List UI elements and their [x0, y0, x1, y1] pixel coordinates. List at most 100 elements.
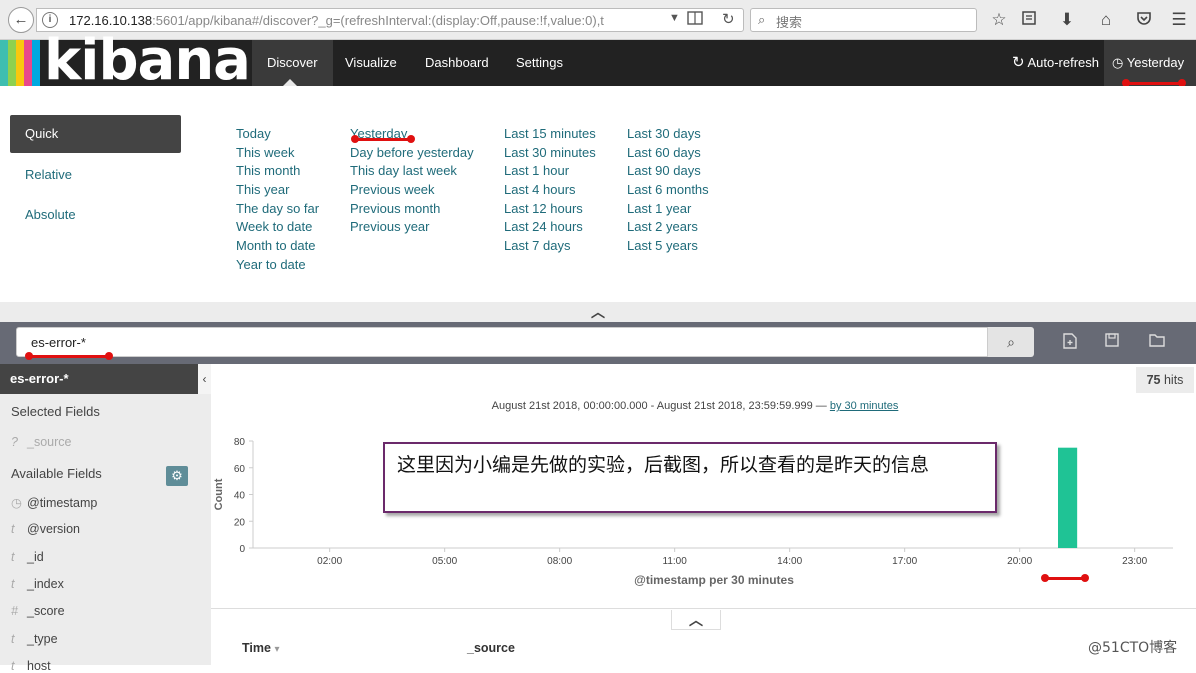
quick-range-link[interactable]: Last 2 years [627, 218, 709, 237]
search-button[interactable]: ⌕ [988, 327, 1034, 357]
search-input[interactable]: es-error-* [16, 327, 988, 357]
open-folder-icon[interactable] [1149, 333, 1165, 351]
field-type-icon: ◷ [11, 496, 22, 510]
quick-range-link[interactable]: This week [236, 144, 319, 163]
search-placeholder: 搜索 [776, 15, 803, 30]
watermark: @51CTO博客 [1088, 640, 1178, 656]
gear-icon[interactable]: ⚙ [166, 466, 188, 486]
field-item[interactable]: ◷ @timestamp [11, 495, 97, 510]
y-tick-label: 60 [234, 464, 246, 475]
field-item[interactable]: t @version [11, 522, 80, 536]
field-item[interactable]: ? _source [11, 435, 71, 449]
tab-absolute[interactable]: Absolute [25, 207, 76, 222]
home-icon[interactable]: ⌂ [1095, 10, 1117, 30]
field-item[interactable]: t host [11, 659, 51, 673]
save-icon[interactable] [1105, 333, 1119, 351]
chevron-up-icon: ︿ [689, 612, 703, 628]
x-axis-label: @timestamp per 30 minutes [634, 573, 794, 587]
kibana-logo[interactable]: kibana [44, 31, 251, 91]
index-pattern-selector[interactable]: es-error-* [0, 364, 198, 394]
download-icon[interactable]: ⬇ [1056, 10, 1078, 30]
quick-range-link[interactable]: Last 15 minutes [504, 125, 596, 144]
new-search-icon[interactable] [1063, 333, 1077, 353]
search-input-value: es-error-* [31, 335, 86, 350]
tab-quick[interactable]: Quick [10, 115, 181, 153]
browser-search-input[interactable]: ⌕ 搜索 [750, 8, 977, 32]
field-name: @version [27, 522, 80, 537]
annotation-mark [25, 352, 113, 360]
field-name: _type [27, 631, 58, 646]
nav-settings[interactable]: Settings [501, 40, 578, 86]
quick-range-link[interactable]: Last 1 year [627, 200, 709, 219]
quick-range-link[interactable]: Last 4 hours [504, 181, 596, 200]
toggle-chart-button[interactable]: ︿ [671, 610, 721, 630]
column-header-time[interactable]: Time ▾ [242, 641, 279, 655]
quick-range-link[interactable]: This month [236, 162, 319, 181]
field-sidebar: es-error-* ‹ Selected Fields ? _source Av… [0, 364, 211, 673]
quick-range-link[interactable]: Last 1 hour [504, 162, 596, 181]
quick-range-link[interactable]: Last 90 days [627, 162, 709, 181]
quick-range-link[interactable]: Last 24 hours [504, 218, 596, 237]
interval-link[interactable]: by 30 minutes [830, 400, 898, 412]
library-icon[interactable] [1018, 10, 1040, 31]
field-type-icon: t [11, 522, 15, 537]
url-text[interactable]: 172.16.10.138:5601/app/kibana#/discover?… [69, 13, 669, 28]
pocket-icon[interactable] [1133, 10, 1155, 31]
quick-range-link[interactable]: Today [236, 125, 319, 144]
quick-range-link[interactable]: This year [236, 181, 319, 200]
column-header-source: _source [467, 641, 515, 655]
nav-dashboard[interactable]: Dashboard [410, 40, 504, 86]
quick-range-link[interactable]: Previous month [350, 200, 474, 219]
y-tick-label: 20 [234, 517, 246, 528]
star-icon[interactable]: ☆ [988, 10, 1010, 30]
quick-range-link[interactable]: Last 7 days [504, 237, 596, 256]
kibana-navbar: kibana Discover Visualize Dashboard Sett… [0, 31, 1196, 91]
quick-range-link[interactable]: Last 6 months [627, 181, 709, 200]
field-item[interactable]: # _score [11, 604, 65, 618]
quick-range-link[interactable]: Previous year [350, 218, 474, 237]
annotation-callout: 这里因为小编是先做的实验，后截图，所以查看的是昨天的信息 [383, 442, 997, 513]
refresh-icon: ↻ [1012, 54, 1025, 71]
quick-range-link[interactable]: The day so far [236, 200, 319, 219]
nav-visualize[interactable]: Visualize [330, 40, 412, 86]
quick-range-link[interactable]: Month to date [236, 237, 319, 256]
quick-range-link[interactable]: Last 30 days [627, 125, 709, 144]
back-icon[interactable]: ← [8, 7, 34, 33]
quick-range-link[interactable]: Last 12 hours [504, 200, 596, 219]
reader-icon[interactable] [687, 11, 705, 29]
quick-range-link[interactable]: Last 60 days [627, 144, 709, 163]
quick-range-link[interactable]: This day last week [350, 162, 474, 181]
time-range-text: August 21st 2018, 00:00:00.000 - August … [350, 400, 1040, 412]
collapse-picker-button[interactable]: ︿ [0, 302, 1196, 322]
tab-relative[interactable]: Relative [25, 167, 72, 182]
reload-icon[interactable]: ↻ [722, 10, 735, 28]
quick-range-link[interactable]: Year to date [236, 256, 319, 275]
menu-icon[interactable]: ☰ [1168, 10, 1190, 30]
quick-column: Last 30 days Last 60 days Last 90 days Last… [627, 125, 709, 256]
quick-range-link[interactable]: Week to date [236, 218, 319, 237]
quick-range-link[interactable]: Previous week [350, 181, 474, 200]
field-item[interactable]: t _index [11, 577, 64, 591]
collapse-sidebar-icon[interactable]: ‹ [198, 364, 211, 394]
hits-counter: 75 hits [1136, 367, 1194, 393]
auto-refresh-button[interactable]: ↻ Auto-refresh [1012, 40, 1099, 86]
column-header-label: Time [242, 641, 271, 655]
info-icon[interactable]: i [42, 12, 58, 28]
query-bar: es-error-* ⌕ [0, 322, 1196, 364]
quick-range-link[interactable]: Day before yesterday [350, 144, 474, 163]
quick-range-link[interactable]: Last 30 minutes [504, 144, 596, 163]
search-icon: ⌕ [758, 12, 766, 27]
chevron-up-icon: ︿ [591, 304, 605, 320]
url-path: :5601/app/kibana#/discover?_g=(refreshIn… [152, 13, 604, 28]
histogram-bar[interactable] [1058, 447, 1078, 548]
field-item[interactable]: t _type [11, 632, 58, 646]
x-tick-label: 14:00 [777, 556, 802, 567]
field-type-icon: t [11, 658, 15, 673]
field-type-icon: # [11, 604, 18, 619]
field-item[interactable]: t _id [11, 550, 44, 564]
quick-range-link[interactable]: Last 5 years [627, 237, 709, 256]
clock-icon: ◷ [1112, 55, 1124, 70]
available-fields-heading: Available Fields [11, 466, 102, 481]
sort-icon[interactable]: ▾ [274, 644, 279, 655]
dropdown-icon[interactable]: ▼ [669, 12, 680, 24]
